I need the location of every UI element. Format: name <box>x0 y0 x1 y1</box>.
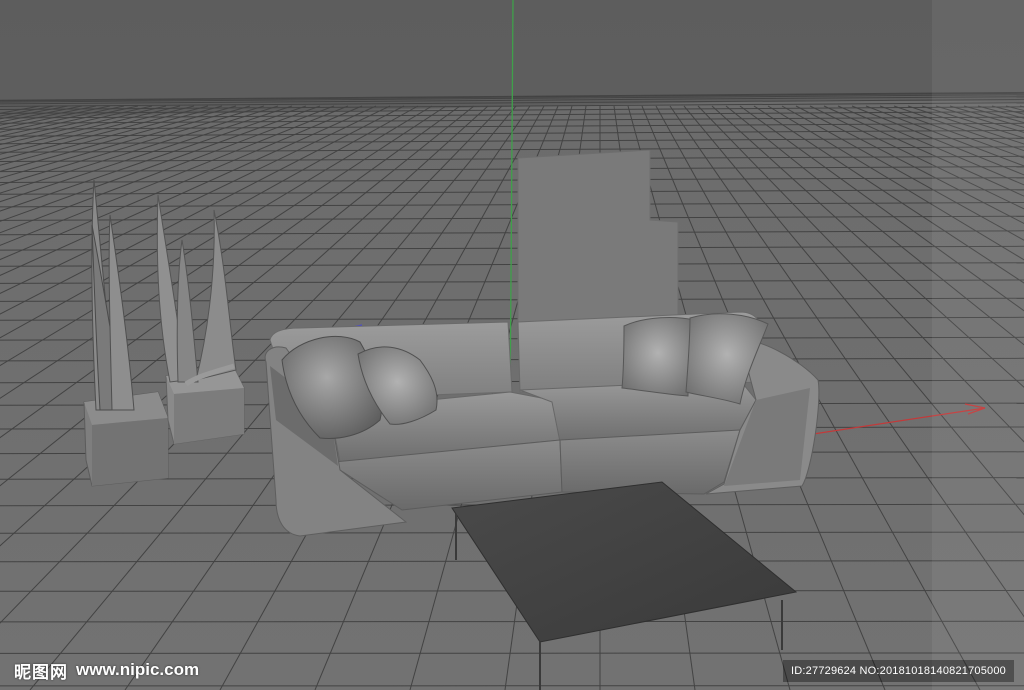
watermark-id: ID:27729624 NO:20181018140821705000 <box>783 660 1014 682</box>
pillow-3[interactable] <box>621 317 695 397</box>
grid-line <box>0 620 1024 623</box>
3d-viewport[interactable] <box>0 0 1024 690</box>
watermark-brand: 昵图网 <box>14 662 68 683</box>
viewport-canvas[interactable] <box>0 0 1024 690</box>
watermark-site: www.nipic.com <box>76 660 200 679</box>
watermark-left: 昵图网 www.nipic.com <box>14 656 199 684</box>
